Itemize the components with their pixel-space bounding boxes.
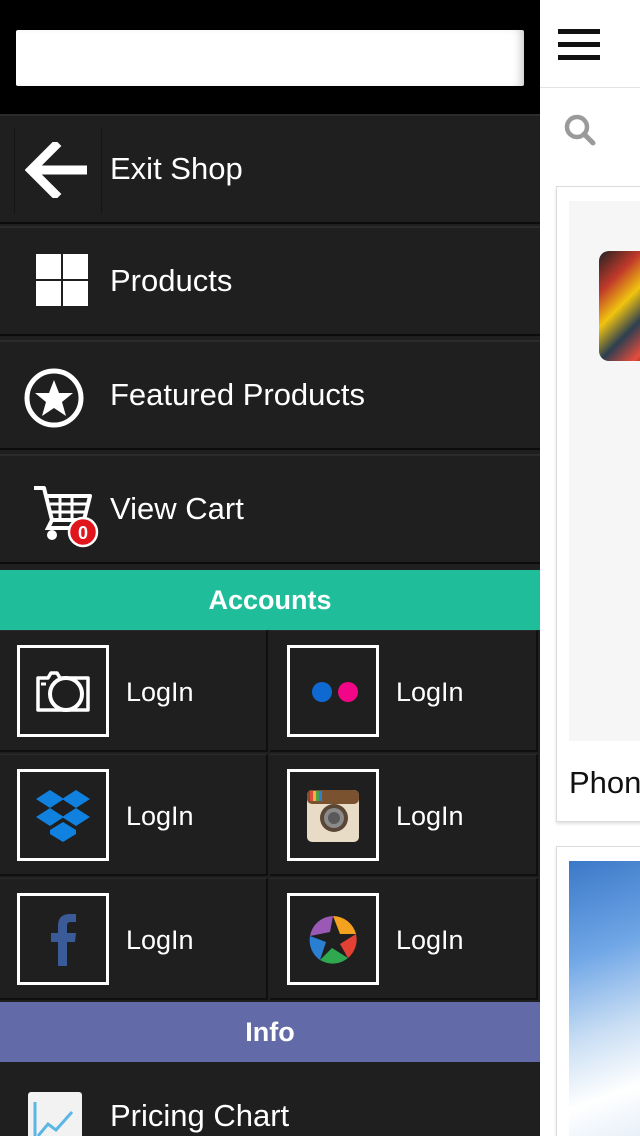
drawer-header [0, 0, 540, 114]
top-bar [540, 0, 640, 88]
product-card[interactable] [556, 846, 640, 1136]
phone-case-thumbnail [599, 251, 640, 361]
menu-item-pricing-chart[interactable]: Pricing Chart [0, 1062, 540, 1136]
main-content: Phon [540, 0, 640, 1136]
menu-item-label: Featured Products [110, 377, 366, 412]
cart-icon: 0 [34, 486, 99, 548]
menu-item-label: Products [110, 263, 233, 298]
arrow-left-icon [25, 142, 87, 198]
cart-badge-count: 0 [78, 523, 88, 543]
login-label: LogIn [396, 801, 464, 831]
account-login-facebook[interactable]: LogIn [0, 878, 268, 1000]
account-login-camera[interactable]: LogIn [0, 630, 268, 752]
camera-icon [36, 671, 90, 712]
menu-item-exit-shop[interactable]: Exit Shop [0, 114, 540, 224]
search-input[interactable] [16, 30, 524, 86]
menu-item-label: View Cart [110, 491, 244, 526]
login-label: LogIn [126, 925, 194, 955]
product-card[interactable]: Phon [556, 186, 640, 822]
grid-icon [36, 254, 88, 306]
menu-item-featured-products[interactable]: Featured Products [0, 340, 540, 450]
picasa-icon [309, 916, 357, 964]
account-login-dropbox[interactable]: LogIn [0, 754, 268, 876]
login-label: LogIn [126, 677, 194, 707]
login-label: LogIn [396, 677, 464, 707]
menu-item-products[interactable]: Products [0, 226, 540, 336]
exit-icon-container [14, 128, 102, 214]
star-circle-icon [24, 368, 84, 428]
accounts-section-header: Accounts [0, 570, 540, 630]
login-label: LogIn [396, 925, 464, 955]
product-image [569, 861, 640, 1136]
account-login-instagram[interactable]: LogIn [270, 754, 538, 876]
instagram-icon [307, 790, 359, 842]
product-image [569, 201, 640, 741]
menu-item-label: Pricing Chart [110, 1098, 290, 1133]
menu-item-label: Exit Shop [110, 151, 243, 186]
account-login-picasa[interactable]: LogIn [270, 878, 538, 1000]
menu-item-view-cart[interactable]: 0 View Cart [0, 454, 540, 564]
search-icon[interactable] [562, 112, 598, 148]
info-section-header: Info [0, 1002, 540, 1062]
login-label: LogIn [126, 801, 194, 831]
side-drawer: Exit Shop Products Featured Products 0 V… [0, 0, 540, 1136]
hamburger-icon[interactable] [558, 29, 600, 61]
facebook-icon [51, 914, 76, 966]
dropbox-icon [36, 790, 90, 842]
flickr-icon [312, 682, 358, 702]
chart-icon [28, 1092, 82, 1136]
account-login-flickr[interactable]: LogIn [270, 630, 538, 752]
product-title: Phon [569, 765, 640, 800]
